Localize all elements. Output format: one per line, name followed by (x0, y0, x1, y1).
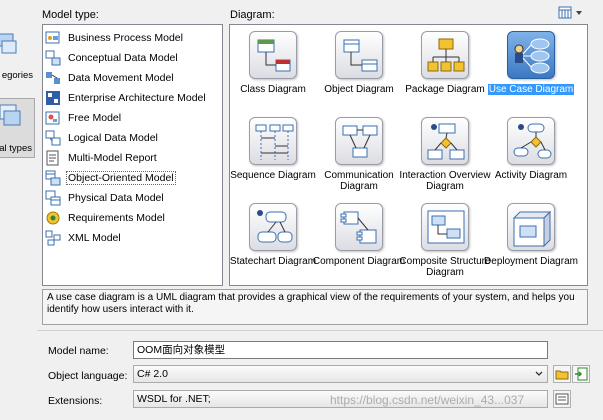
model-item-xml-model[interactable]: XML Model (45, 228, 122, 247)
model-item-data-movement[interactable]: Data Movement Model (45, 68, 175, 87)
component-diagram-icon (335, 203, 383, 251)
select-extensions-button[interactable] (553, 390, 571, 408)
model-item-enterprise-architecture[interactable]: Enterprise Architecture Model (45, 88, 207, 107)
category-button-model-types[interactable]: al types (0, 98, 35, 158)
model-item-business-process[interactable]: Business Process Model (45, 28, 184, 47)
composite-structure-icon (421, 203, 469, 251)
object-language-select[interactable]: C# 2.0 (133, 365, 548, 383)
sequence-diagram-icon (249, 117, 297, 165)
diagram-label-text: Use Case Diagram (487, 84, 575, 95)
model-item-logical-data[interactable]: Logical Data Model (45, 128, 159, 147)
diagram-item-use-case[interactable]: Use Case Diagram (487, 27, 575, 111)
interaction-overview-icon (421, 117, 469, 165)
category-label: egories (1, 70, 33, 81)
folder-icon (555, 370, 569, 380)
diagram-item-object[interactable]: Object Diagram (316, 27, 402, 111)
diagram-label-text: Interaction Overview Diagram (399, 170, 491, 192)
object-diagram-icon (335, 31, 383, 79)
model-item-label: Business Process Model (68, 31, 183, 44)
class-diagram-icon (249, 31, 297, 79)
communication-diagram-icon (335, 117, 383, 165)
model-types-icon (0, 104, 21, 126)
model-type-label: Model type: (42, 9, 99, 21)
diagram-label-text: Statechart Diagram (229, 256, 317, 267)
data-movement-icon (46, 71, 60, 84)
diagram-label-text: Composite Structure Diagram (399, 256, 491, 278)
physical-data-icon (45, 190, 61, 205)
xml-model-icon (45, 230, 61, 245)
requirements-icon (46, 211, 60, 224)
diagram-item-communication[interactable]: Communication Diagram (316, 113, 402, 197)
model-item-label: Physical Data Model (68, 191, 164, 204)
category-label: al types (0, 143, 32, 154)
category-icon (0, 33, 17, 54)
model-item-label: Requirements Model (68, 211, 165, 224)
diagram-item-class[interactable]: Class Diagram (230, 27, 316, 111)
object-oriented-icon (45, 170, 61, 185)
use-case-diagram-icon (507, 31, 555, 79)
category-strip: egories al types (0, 0, 37, 300)
extensions-label: Extensions: (48, 395, 103, 407)
diagram-item-interaction-overview[interactable]: Interaction Overview Diagram (399, 113, 491, 197)
extensions-value: WSDL for .NET; (137, 393, 211, 405)
model-item-physical-data[interactable]: Physical Data Model (45, 188, 165, 207)
model-name-label: Model name: (48, 345, 109, 357)
activity-diagram-icon (507, 117, 555, 165)
model-type-list[interactable]: Business Process Model Conceptual Data M… (42, 24, 223, 286)
list-view-icon (558, 6, 582, 19)
logical-data-icon (45, 130, 61, 145)
import-language-button[interactable] (572, 365, 590, 383)
model-item-label: Free Model (68, 111, 122, 124)
conceptual-data-icon (45, 50, 61, 65)
diagram-item-sequence[interactable]: Sequence Diagram (230, 113, 316, 197)
diagram-item-statechart[interactable]: Statechart Diagram (230, 199, 316, 283)
package-diagram-icon (421, 31, 469, 79)
diagram-label-text: Class Diagram (240, 84, 306, 95)
model-item-conceptual-data[interactable]: Conceptual Data Model (45, 48, 179, 67)
diagram-label-text: Package Diagram (405, 84, 485, 95)
diagram-item-activity[interactable]: Activity Diagram (488, 113, 574, 197)
diagram-label-text: Component Diagram (312, 256, 406, 267)
model-item-multi-model-report[interactable]: Multi-Model Report (45, 148, 158, 167)
diagram-item-deployment[interactable]: Deployment Diagram (484, 199, 578, 283)
diagram-label-text: Object Diagram (324, 84, 394, 95)
free-model-icon (45, 111, 60, 124)
deployment-diagram-icon (507, 203, 555, 251)
browse-language-button[interactable] (553, 365, 571, 383)
model-item-label: Enterprise Architecture Model (68, 91, 206, 104)
statechart-diagram-icon (249, 203, 297, 251)
diagram-description: A use case diagram is a UML diagram that… (42, 289, 588, 325)
view-toggle-button[interactable] (557, 5, 585, 21)
model-item-label: Multi-Model Report (68, 151, 157, 164)
diagram-label-text: Sequence Diagram (230, 170, 316, 181)
chevron-down-icon (535, 371, 543, 376)
model-item-label: Data Movement Model (68, 71, 174, 84)
diagram-label-text: Communication Diagram (324, 170, 394, 192)
diagram-item-component[interactable]: Component Diagram (312, 199, 406, 283)
enterprise-architecture-icon (46, 90, 60, 105)
model-item-label: Conceptual Data Model (68, 51, 178, 64)
category-button-categories[interactable]: egories (0, 30, 35, 86)
object-language-value: C# 2.0 (137, 368, 168, 380)
model-item-label: Object-Oriented Model (66, 170, 176, 185)
diagram-label-text: Deployment Diagram (484, 256, 578, 267)
extensions-picker-icon (555, 393, 569, 405)
model-name-input[interactable]: OOM面向对象模型 (133, 341, 548, 359)
model-item-free-model[interactable]: Free Model (45, 108, 122, 127)
diagram-item-package[interactable]: Package Diagram (402, 27, 488, 111)
model-item-label: Logical Data Model (68, 131, 158, 144)
object-language-label: Object language: (48, 370, 128, 382)
diagram-item-composite-structure[interactable]: Composite Structure Diagram (399, 199, 491, 283)
model-item-object-oriented[interactable]: Object-Oriented Model (45, 168, 176, 187)
diagram-label-text: Activity Diagram (494, 170, 568, 181)
business-process-icon (45, 31, 60, 43)
multi-model-report-icon (46, 150, 59, 165)
watermark: https://blog.csdn.net/weixin_43...037 (330, 393, 525, 407)
diagram-label: Diagram: (230, 9, 275, 21)
diagram-grid[interactable]: Class Diagram Object Diagram Package Dia… (229, 24, 588, 286)
model-item-label: XML Model (68, 231, 121, 244)
model-item-requirements[interactable]: Requirements Model (45, 208, 166, 227)
import-icon (575, 367, 588, 381)
